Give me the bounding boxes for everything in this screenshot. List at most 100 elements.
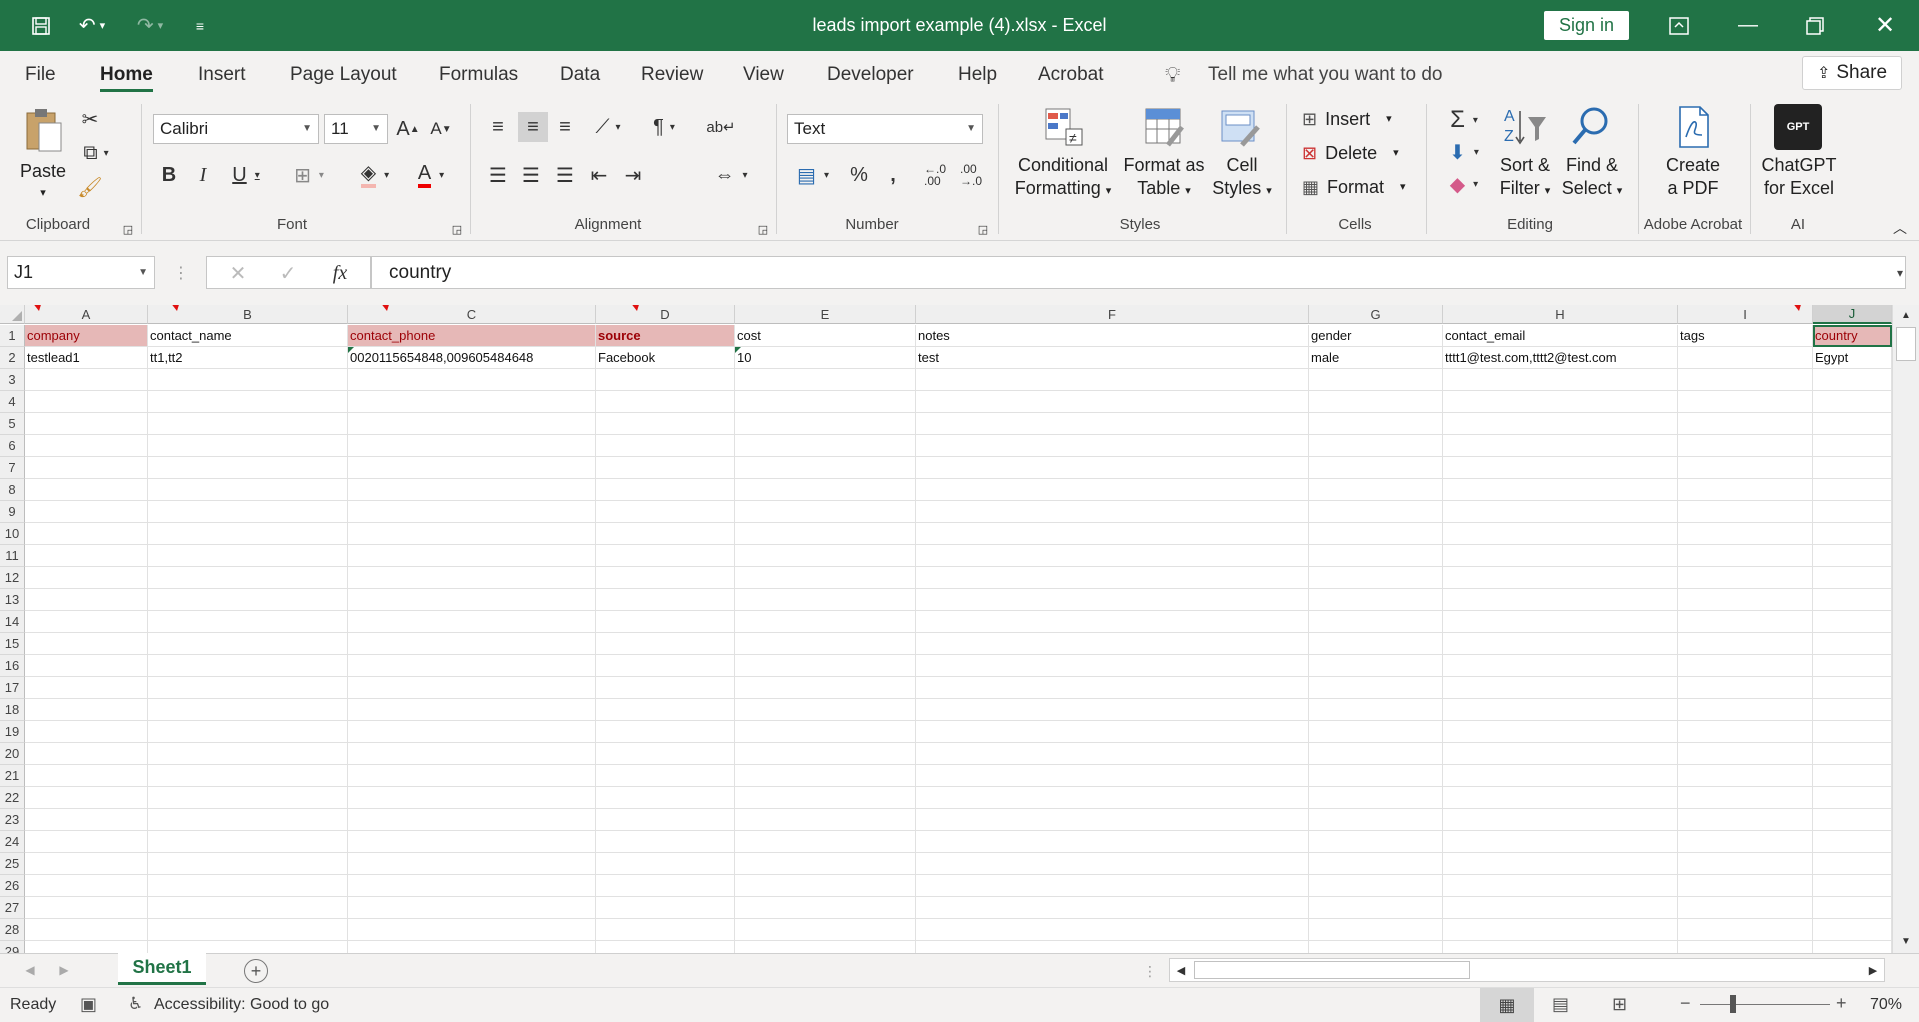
cell-d28[interactable] bbox=[596, 919, 735, 941]
cell-e26[interactable] bbox=[735, 875, 916, 897]
cell-e29[interactable] bbox=[735, 941, 916, 953]
more-options-icon[interactable]: ⋮ bbox=[173, 260, 189, 286]
cell-g10[interactable] bbox=[1309, 523, 1443, 545]
cell-h27[interactable] bbox=[1443, 897, 1678, 919]
row-header[interactable]: 14 bbox=[0, 611, 25, 633]
row-header[interactable]: 3 bbox=[0, 369, 25, 391]
cell-c19[interactable] bbox=[348, 721, 596, 743]
cell-h17[interactable] bbox=[1443, 677, 1678, 699]
cell-b4[interactable] bbox=[148, 391, 348, 413]
cell-e17[interactable] bbox=[735, 677, 916, 699]
cell-f11[interactable] bbox=[916, 545, 1309, 567]
cell-e18[interactable] bbox=[735, 699, 916, 721]
cell-i7[interactable] bbox=[1678, 457, 1813, 479]
cell-i10[interactable] bbox=[1678, 523, 1813, 545]
cell-i5[interactable] bbox=[1678, 413, 1813, 435]
cell-h10[interactable] bbox=[1443, 523, 1678, 545]
tab-review[interactable]: Review bbox=[641, 51, 703, 98]
cell-h5[interactable] bbox=[1443, 413, 1678, 435]
cell-c26[interactable] bbox=[348, 875, 596, 897]
cell-b10[interactable] bbox=[148, 523, 348, 545]
cell-h4[interactable] bbox=[1443, 391, 1678, 413]
lightbulb-icon[interactable]: 💡︎ bbox=[1165, 51, 1180, 98]
tab-home[interactable]: Home bbox=[100, 51, 153, 98]
cell-e24[interactable] bbox=[735, 831, 916, 853]
next-sheet-icon[interactable]: ▶ bbox=[56, 960, 72, 980]
cell-a25[interactable] bbox=[25, 853, 148, 875]
vertical-scrollbar[interactable]: ▲ ▼ bbox=[1892, 305, 1919, 953]
cell-i11[interactable] bbox=[1678, 545, 1813, 567]
row-header[interactable]: 7 bbox=[0, 457, 25, 479]
cell-f14[interactable] bbox=[916, 611, 1309, 633]
cell-a10[interactable] bbox=[25, 523, 148, 545]
row-header[interactable]: 13 bbox=[0, 589, 25, 611]
format-cells-button[interactable]: ▦ Format ▾ bbox=[1302, 176, 1412, 199]
cell-i29[interactable] bbox=[1678, 941, 1813, 953]
align-right-icon[interactable]: ☰ bbox=[552, 160, 578, 190]
cell-i12[interactable] bbox=[1678, 567, 1813, 589]
cell-a7[interactable] bbox=[25, 457, 148, 479]
cell-i28[interactable] bbox=[1678, 919, 1813, 941]
cell-j9[interactable] bbox=[1813, 501, 1892, 523]
cell-i16[interactable] bbox=[1678, 655, 1813, 677]
cell-h18[interactable] bbox=[1443, 699, 1678, 721]
conditional-formatting-button[interactable]: Conditional Formatting ▾ bbox=[1006, 154, 1120, 203]
cell-g7[interactable] bbox=[1309, 457, 1443, 479]
cell-f6[interactable] bbox=[916, 435, 1309, 457]
number-launcher-icon[interactable]: ◲ bbox=[976, 222, 990, 236]
cell-a11[interactable] bbox=[25, 545, 148, 567]
cell-c15[interactable] bbox=[348, 633, 596, 655]
bold-icon[interactable]: B bbox=[156, 160, 182, 190]
column-header-g[interactable]: G bbox=[1309, 305, 1443, 324]
cell-g19[interactable] bbox=[1309, 721, 1443, 743]
underline-icon[interactable]: U ▾ bbox=[224, 160, 268, 190]
cell-j27[interactable] bbox=[1813, 897, 1892, 919]
cell-b19[interactable] bbox=[148, 721, 348, 743]
cell-a14[interactable] bbox=[25, 611, 148, 633]
cell-d10[interactable] bbox=[596, 523, 735, 545]
accessibility-icon[interactable]: ♿︎ bbox=[128, 994, 143, 1014]
row-header[interactable]: 23 bbox=[0, 809, 25, 831]
accounting-format-icon[interactable]: ▤ ▾ bbox=[788, 160, 838, 190]
autosum-icon[interactable]: Σ ▾ bbox=[1440, 106, 1488, 134]
cell-e1[interactable]: cost bbox=[735, 325, 916, 347]
zoom-slider-thumb[interactable] bbox=[1730, 995, 1736, 1013]
tab-view[interactable]: View bbox=[743, 51, 784, 98]
orientation-icon[interactable]: ⟋ ▾ bbox=[588, 112, 628, 142]
cell-b7[interactable] bbox=[148, 457, 348, 479]
cell-c24[interactable] bbox=[348, 831, 596, 853]
cell-h22[interactable] bbox=[1443, 787, 1678, 809]
cell-c8[interactable] bbox=[348, 479, 596, 501]
comma-style-icon[interactable]: , bbox=[880, 160, 906, 190]
cell-b20[interactable] bbox=[148, 743, 348, 765]
fill-color-icon[interactable]: ◈ ▾ bbox=[350, 160, 400, 190]
cell-g12[interactable] bbox=[1309, 567, 1443, 589]
cell-c16[interactable] bbox=[348, 655, 596, 677]
insert-cells-button[interactable]: ⊞ Insert ▾ bbox=[1302, 108, 1412, 131]
cell-d27[interactable] bbox=[596, 897, 735, 919]
cell-e4[interactable] bbox=[735, 391, 916, 413]
cell-e13[interactable] bbox=[735, 589, 916, 611]
cell-j7[interactable] bbox=[1813, 457, 1892, 479]
cell-a3[interactable] bbox=[25, 369, 148, 391]
cell-b8[interactable] bbox=[148, 479, 348, 501]
cell-h1[interactable]: contact_email bbox=[1443, 325, 1678, 347]
cell-a4[interactable] bbox=[25, 391, 148, 413]
fill-icon[interactable]: ⬇ ▾ bbox=[1440, 138, 1488, 166]
cell-g4[interactable] bbox=[1309, 391, 1443, 413]
cell-i15[interactable] bbox=[1678, 633, 1813, 655]
restore-icon[interactable] bbox=[1800, 0, 1830, 51]
cell-c5[interactable] bbox=[348, 413, 596, 435]
cell-e28[interactable] bbox=[735, 919, 916, 941]
cell-styles-icon[interactable] bbox=[1216, 104, 1264, 150]
cell-j26[interactable] bbox=[1813, 875, 1892, 897]
cell-e8[interactable] bbox=[735, 479, 916, 501]
cell-h23[interactable] bbox=[1443, 809, 1678, 831]
row-header[interactable]: 2 bbox=[0, 347, 25, 369]
cell-d26[interactable] bbox=[596, 875, 735, 897]
clipboard-launcher-icon[interactable]: ◲ bbox=[121, 222, 135, 236]
row-header[interactable]: 5 bbox=[0, 413, 25, 435]
cell-i9[interactable] bbox=[1678, 501, 1813, 523]
cell-d13[interactable] bbox=[596, 589, 735, 611]
row-header[interactable]: 20 bbox=[0, 743, 25, 765]
